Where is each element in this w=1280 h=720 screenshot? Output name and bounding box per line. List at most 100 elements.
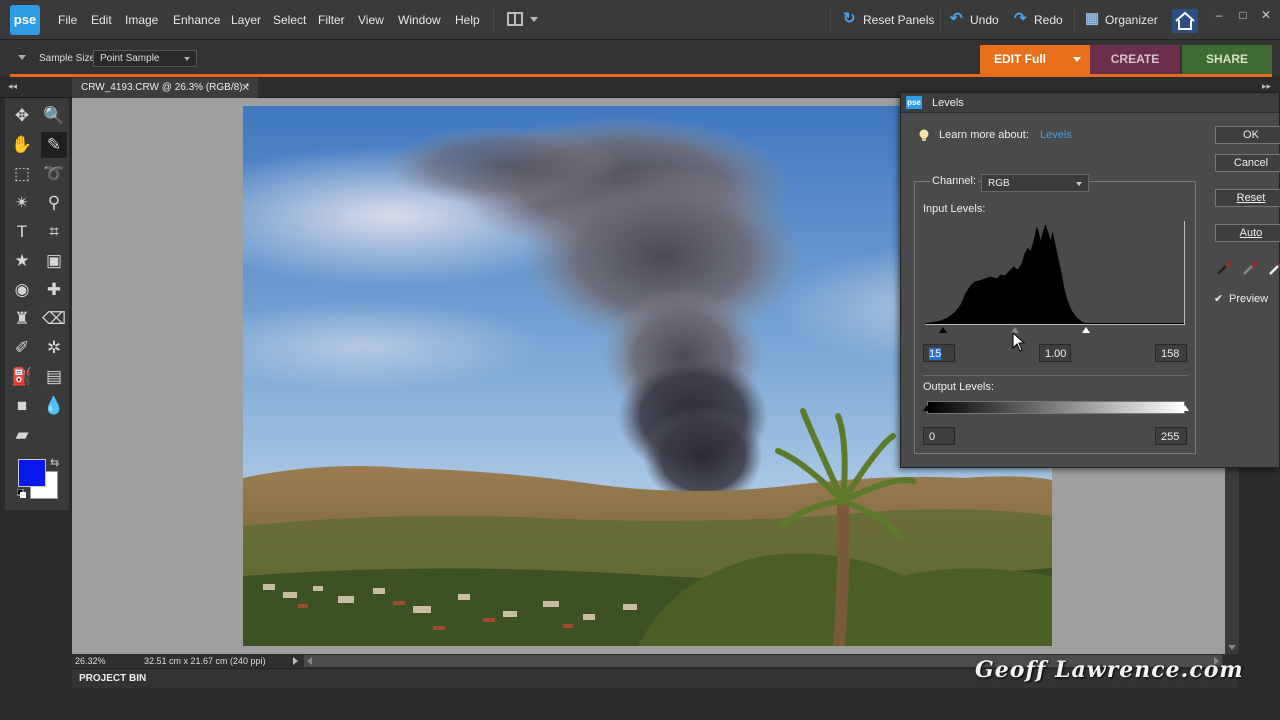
input-white-point-handle[interactable] [1082, 327, 1090, 333]
cookie-cutter-tool-icon[interactable]: ★ [9, 248, 35, 274]
marquee-tool-icon[interactable]: ⬚ [9, 161, 35, 187]
project-bin-label: PROJECT BIN [79, 673, 147, 684]
input-black-point-handle[interactable] [939, 327, 947, 333]
menu-filter[interactable]: Filter [318, 13, 345, 27]
type-tool-icon[interactable]: T [9, 219, 35, 245]
input-levels-label: Input Levels: [923, 203, 986, 215]
menu-separator [940, 8, 941, 32]
app-logo: pse [906, 96, 922, 109]
close-document-icon[interactable]: ✕ [241, 81, 250, 94]
redo-button[interactable]: ↷ Redo [1014, 10, 1069, 30]
default-colors-icon[interactable] [17, 489, 26, 498]
chevron-down-icon [1076, 182, 1082, 186]
output-black-field[interactable]: 0 [923, 427, 955, 445]
redo-icon: ↷ [1014, 10, 1027, 27]
undo-button[interactable]: ↶ Undo [950, 10, 1005, 30]
home-icon [1172, 9, 1198, 33]
levels-dialog: pse Levels Learn more about: Levels Chan… [900, 92, 1280, 468]
output-levels-gradient[interactable] [923, 401, 1189, 414]
reset-panels-label: Reset Panels [863, 13, 935, 27]
status-menu-arrow-icon[interactable] [293, 657, 298, 665]
minimize-icon[interactable]: – [1212, 8, 1226, 22]
clone-stamp-tool-icon[interactable]: ♜ [9, 306, 35, 332]
input-white-field[interactable]: 158 [1155, 344, 1187, 362]
menubar: pse File Edit Image Enhance Layer Select… [0, 0, 1280, 40]
blur-tool-icon[interactable]: 💧 [41, 393, 67, 419]
menu-separator [1074, 8, 1075, 32]
quick-selection-tool-icon[interactable]: ⚲ [41, 190, 67, 216]
auto-button[interactable]: Auto [1215, 224, 1280, 242]
output-white-field[interactable]: 255 [1155, 427, 1187, 445]
smart-brush-tool-icon[interactable]: ✲ [41, 335, 67, 361]
chevron-down-icon[interactable] [1073, 57, 1081, 62]
foreground-color-swatch[interactable] [18, 459, 46, 487]
input-levels-slider[interactable] [925, 326, 1185, 334]
white-point-eyedropper-icon[interactable] [1267, 258, 1280, 276]
histogram [925, 221, 1185, 325]
swap-colors-icon[interactable]: ⇆ [50, 456, 59, 469]
menu-view[interactable]: View [358, 13, 384, 27]
undo-label: Undo [970, 13, 999, 27]
menu-help[interactable]: Help [455, 13, 480, 27]
tab-create[interactable]: CREATE [1090, 45, 1180, 74]
preview-checkbox[interactable]: ✔ [1214, 294, 1225, 305]
crop-tool-icon[interactable]: ⌗ [41, 219, 67, 245]
lasso-tool-icon[interactable]: ➰ [41, 161, 67, 187]
paint-bucket-tool-icon[interactable]: ⛽ [9, 364, 35, 390]
magic-wand-tool-icon[interactable]: ✴ [9, 190, 35, 216]
straighten-tool-icon[interactable]: ▣ [41, 248, 67, 274]
move-tool-icon[interactable]: ✥ [9, 103, 35, 129]
tab-share[interactable]: SHARE [1182, 45, 1272, 74]
ok-button[interactable]: OK [1215, 126, 1280, 144]
expand-panel-icon[interactable]: ▸▸ [1262, 81, 1271, 92]
toolbox: ✥ 🔍 ✋ ✎ ⬚ ➰ ✴ ⚲ T ⌗ ★ ▣ ◉ ✚ ♜ ⌫ ✐ ✲ ⛽ ▤ ■ 💧 ▰ ⇆ [5, 98, 70, 510]
menu-file[interactable]: File [58, 13, 77, 27]
scroll-left-icon[interactable] [307, 657, 312, 665]
eraser-tool-icon[interactable]: ⌫ [41, 306, 67, 332]
document-tab-title: CRW_4193.CRW @ 26.3% (RGB/8) * [81, 82, 250, 93]
document-tab[interactable]: CRW_4193.CRW @ 26.3% (RGB/8) * ✕ [72, 78, 258, 98]
menu-select[interactable]: Select [273, 13, 306, 27]
maximize-icon[interactable]: □ [1236, 8, 1250, 22]
eyedropper-tool-icon[interactable]: ✎ [41, 132, 67, 158]
close-icon[interactable]: ✕ [1259, 8, 1273, 22]
red-eye-tool-icon[interactable]: ◉ [9, 277, 35, 303]
arrange-documents-button[interactable] [505, 11, 539, 29]
input-black-field[interactable]: 15 [923, 344, 955, 362]
mouse-cursor-icon [1012, 332, 1026, 352]
tab-edit-full[interactable]: EDIT Full [980, 45, 1090, 74]
menu-edit[interactable]: Edit [91, 13, 112, 27]
hand-tool-icon[interactable]: ✋ [9, 132, 35, 158]
menu-image[interactable]: Image [125, 13, 158, 27]
shape-tool-icon[interactable]: ■ [9, 393, 35, 419]
home-button[interactable] [1172, 9, 1198, 33]
zoom-level[interactable]: 26.32% [75, 656, 106, 666]
organizer-button[interactable]: ▦ Organizer [1085, 10, 1165, 30]
output-white-point-handle[interactable] [1181, 405, 1189, 411]
brush-tool-icon[interactable]: ✐ [9, 335, 35, 361]
gradient-tool-icon[interactable]: ▤ [41, 364, 67, 390]
reset-panels-button[interactable]: ↻ Reset Panels [843, 10, 943, 30]
sample-size-select[interactable]: Point Sample [93, 50, 197, 67]
reset-button[interactable]: Reset [1215, 189, 1280, 207]
output-black-point-handle[interactable] [923, 405, 931, 411]
menu-enhance[interactable]: Enhance [173, 13, 220, 27]
menu-separator [830, 8, 831, 32]
collapse-toolbox-icon[interactable]: ◂◂ [8, 81, 17, 92]
black-point-eyedropper-icon[interactable] [1215, 258, 1233, 276]
cancel-button[interactable]: Cancel [1215, 154, 1280, 172]
scroll-down-icon[interactable] [1228, 645, 1236, 650]
menu-separator [493, 8, 494, 32]
learn-more-link[interactable]: Levels [1040, 129, 1072, 141]
menu-window[interactable]: Window [398, 13, 441, 27]
levels-titlebar[interactable]: pse Levels [901, 93, 1279, 113]
watermark: Geoff Lawrence.com [975, 657, 1244, 683]
menu-layer[interactable]: Layer [231, 13, 261, 27]
spot-healing-tool-icon[interactable]: ✚ [41, 277, 67, 303]
sponge-tool-icon[interactable]: ▰ [9, 422, 35, 448]
channel-select[interactable]: RGB [981, 174, 1089, 192]
zoom-tool-icon[interactable]: 🔍 [41, 103, 67, 129]
gray-point-eyedropper-icon[interactable] [1241, 258, 1259, 276]
input-gamma-field[interactable]: 1.00 [1039, 344, 1071, 362]
tool-preset-chevron-icon[interactable] [18, 55, 26, 60]
